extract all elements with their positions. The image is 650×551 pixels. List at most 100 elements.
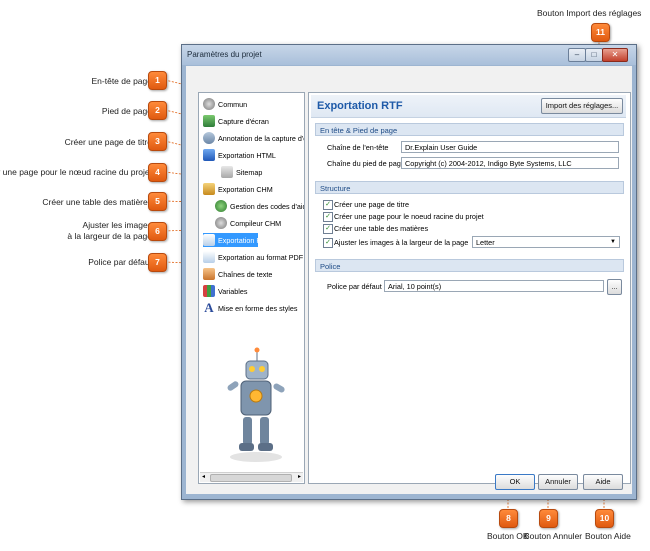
- callout-label-default-font: Police par défaut: [88, 257, 152, 267]
- header-string-input[interactable]: Dr.Explain User Guide: [401, 141, 619, 153]
- rtf-export-panel: Exportation RTF Import des réglages... E…: [308, 92, 631, 484]
- tree-item-screenshot[interactable]: Capture d'écran: [203, 114, 300, 128]
- text-strings-icon: [203, 268, 215, 280]
- callout-label-help: Bouton Aide: [585, 531, 631, 541]
- tree-item-text-strings[interactable]: Chaînes de texte: [203, 267, 300, 281]
- chm-export-icon: [203, 183, 215, 195]
- window-titlebar[interactable]: Paramètres du projet – □ ✕: [182, 45, 636, 65]
- fit-images-label: Ajuster les images à la largeur de la pa…: [334, 238, 469, 247]
- title-page-checkbox[interactable]: ✓: [323, 200, 333, 210]
- tree-item-label: Exportation CHM: [218, 184, 273, 194]
- tree-item-help-ids[interactable]: Gestion des codes d'aide: [215, 199, 304, 213]
- tree-item-label: Exportation RTF: [218, 235, 271, 245]
- scroll-left-icon[interactable]: ◂: [202, 473, 205, 480]
- cancel-button[interactable]: Annuler: [538, 474, 578, 490]
- panel-header: Exportation RTF Import des réglages...: [311, 95, 626, 118]
- tree-item-annotation[interactable]: Annotation de la capture d'écr: [203, 131, 304, 145]
- header-string-label: Chaîne de l'en-tête: [327, 143, 389, 152]
- sitemap-icon: [221, 166, 233, 178]
- import-settings-button[interactable]: Import des réglages...: [541, 98, 623, 114]
- tree-item-chm-compiler[interactable]: Compileur CHM: [215, 216, 300, 230]
- callout-label-fit-images-2: à la largeur de la page: [67, 231, 152, 241]
- tree-item-rtf-export[interactable]: Exportation RTF: [203, 233, 270, 247]
- tree-item-label: Capture d'écran: [218, 116, 269, 126]
- tree-item-html-export[interactable]: Exportation HTML: [203, 148, 300, 162]
- footer-string-label: Chaîne du pied de page: [327, 159, 405, 168]
- footer-string-input[interactable]: Copyright (c) 2004-2012, Indigo Byte Sys…: [401, 157, 619, 169]
- title-page-label: Créer une page de titre: [334, 200, 410, 209]
- callout-label-cancel: Bouton Annuler: [524, 531, 583, 541]
- callout-label-footer: Pied de page: [101, 106, 152, 116]
- panel-title: Exportation RTF: [317, 100, 403, 112]
- section-font: Police: [315, 259, 624, 272]
- callout-badge-7: 7: [148, 253, 167, 272]
- callout-label-fit-images-1: Ajuster les images: [82, 220, 152, 230]
- dialog-client-area: Commun Capture d'écran Annotation de la …: [186, 66, 632, 494]
- fit-images-checkbox[interactable]: ✓: [323, 238, 333, 248]
- tree-item-styles[interactable]: A Mise en forme des styles: [203, 301, 300, 315]
- annotation-icon: [203, 132, 215, 144]
- maximize-icon[interactable]: □: [585, 48, 603, 62]
- callout-badge-9: 9: [539, 509, 558, 528]
- root-page-label: Créer une page pour le noeud racine du p…: [334, 212, 484, 221]
- chevron-down-icon: ▼: [610, 239, 616, 245]
- callout-label-ok: Bouton OK: [487, 531, 529, 541]
- callout-badge-8: 8: [499, 509, 518, 528]
- tree-item-label: Variables: [218, 286, 248, 296]
- browse-font-button[interactable]: ...: [607, 279, 622, 295]
- tree-item-label: Commun: [218, 99, 248, 109]
- callout-badge-5: 5: [148, 192, 167, 211]
- callout-badge-1: 1: [148, 71, 167, 90]
- ok-button[interactable]: OK: [495, 474, 535, 490]
- section-header-footer: En tête & Pied de page: [315, 123, 624, 136]
- callout-badge-10: 10: [595, 509, 614, 528]
- callout-badge-6: 6: [148, 222, 167, 241]
- robot-mascot-image: [227, 347, 285, 462]
- tree-item-sitemap[interactable]: Sitemap: [221, 165, 300, 179]
- html-export-icon: [203, 149, 215, 161]
- section-structure: Structure: [315, 181, 624, 194]
- callout-label-header: En-tête de page: [91, 76, 153, 86]
- tree-item-pdf-export[interactable]: Exportation au format PDF: [203, 250, 304, 264]
- callout-badge-3: 3: [148, 132, 167, 151]
- compiler-icon: [215, 217, 227, 229]
- callout-label-toc: Créer une table des matières: [42, 197, 152, 207]
- tree-item-label: Gestion des codes d'aide: [230, 201, 305, 211]
- help-button[interactable]: Aide: [583, 474, 623, 490]
- tree-item-label: Sitemap: [236, 167, 263, 177]
- tree-item-label: Mise en forme des styles: [218, 303, 298, 313]
- scroll-right-icon[interactable]: ▸: [298, 473, 301, 480]
- page-size-select[interactable]: Letter ▼: [472, 236, 620, 248]
- tree-item-label: Annotation de la capture d'écr: [218, 133, 305, 143]
- rtf-export-icon: [203, 234, 215, 246]
- tree-item-variables[interactable]: Variables: [203, 284, 300, 298]
- project-settings-window: Paramètres du projet – □ ✕ Commun Captur…: [181, 44, 637, 500]
- callout-label-root-page: Créer une page pour le nœud racine du pr…: [0, 167, 152, 177]
- toc-checkbox[interactable]: ✓: [323, 224, 333, 234]
- variables-icon: [203, 285, 215, 297]
- font-style-icon: A: [204, 300, 214, 315]
- scroll-thumb[interactable]: [210, 474, 292, 482]
- tree-item-label: Exportation HTML: [218, 150, 276, 160]
- default-font-input[interactable]: Arial, 10 point(s): [384, 280, 604, 292]
- tree-item-label: Compileur CHM: [230, 218, 282, 228]
- help-id-icon: [215, 200, 227, 212]
- toc-label: Créer une table des matières: [334, 224, 429, 233]
- close-icon[interactable]: ✕: [602, 48, 628, 62]
- tree-item-label: Chaînes de texte: [218, 269, 273, 279]
- settings-tree[interactable]: Commun Capture d'écran Annotation de la …: [198, 92, 305, 484]
- tree-horizontal-scrollbar[interactable]: ◂ ▸: [200, 472, 303, 482]
- pdf-export-icon: [203, 251, 215, 263]
- tree-item-common[interactable]: Commun: [203, 97, 300, 111]
- callout-badge-4: 4: [148, 163, 167, 182]
- callout-label-import: Bouton Import des réglages: [537, 8, 642, 18]
- gear-icon: [203, 98, 215, 110]
- tree-item-chm-export[interactable]: Exportation CHM: [203, 182, 300, 196]
- default-font-label: Police par défaut: [327, 282, 382, 291]
- minimize-icon[interactable]: –: [568, 48, 586, 62]
- root-page-checkbox[interactable]: ✓: [323, 212, 333, 222]
- tree-item-label: Exportation au format PDF: [218, 252, 304, 262]
- screenshot-icon: [203, 115, 215, 127]
- page-size-value: Letter: [476, 238, 495, 247]
- window-title: Paramètres du projet: [187, 50, 262, 59]
